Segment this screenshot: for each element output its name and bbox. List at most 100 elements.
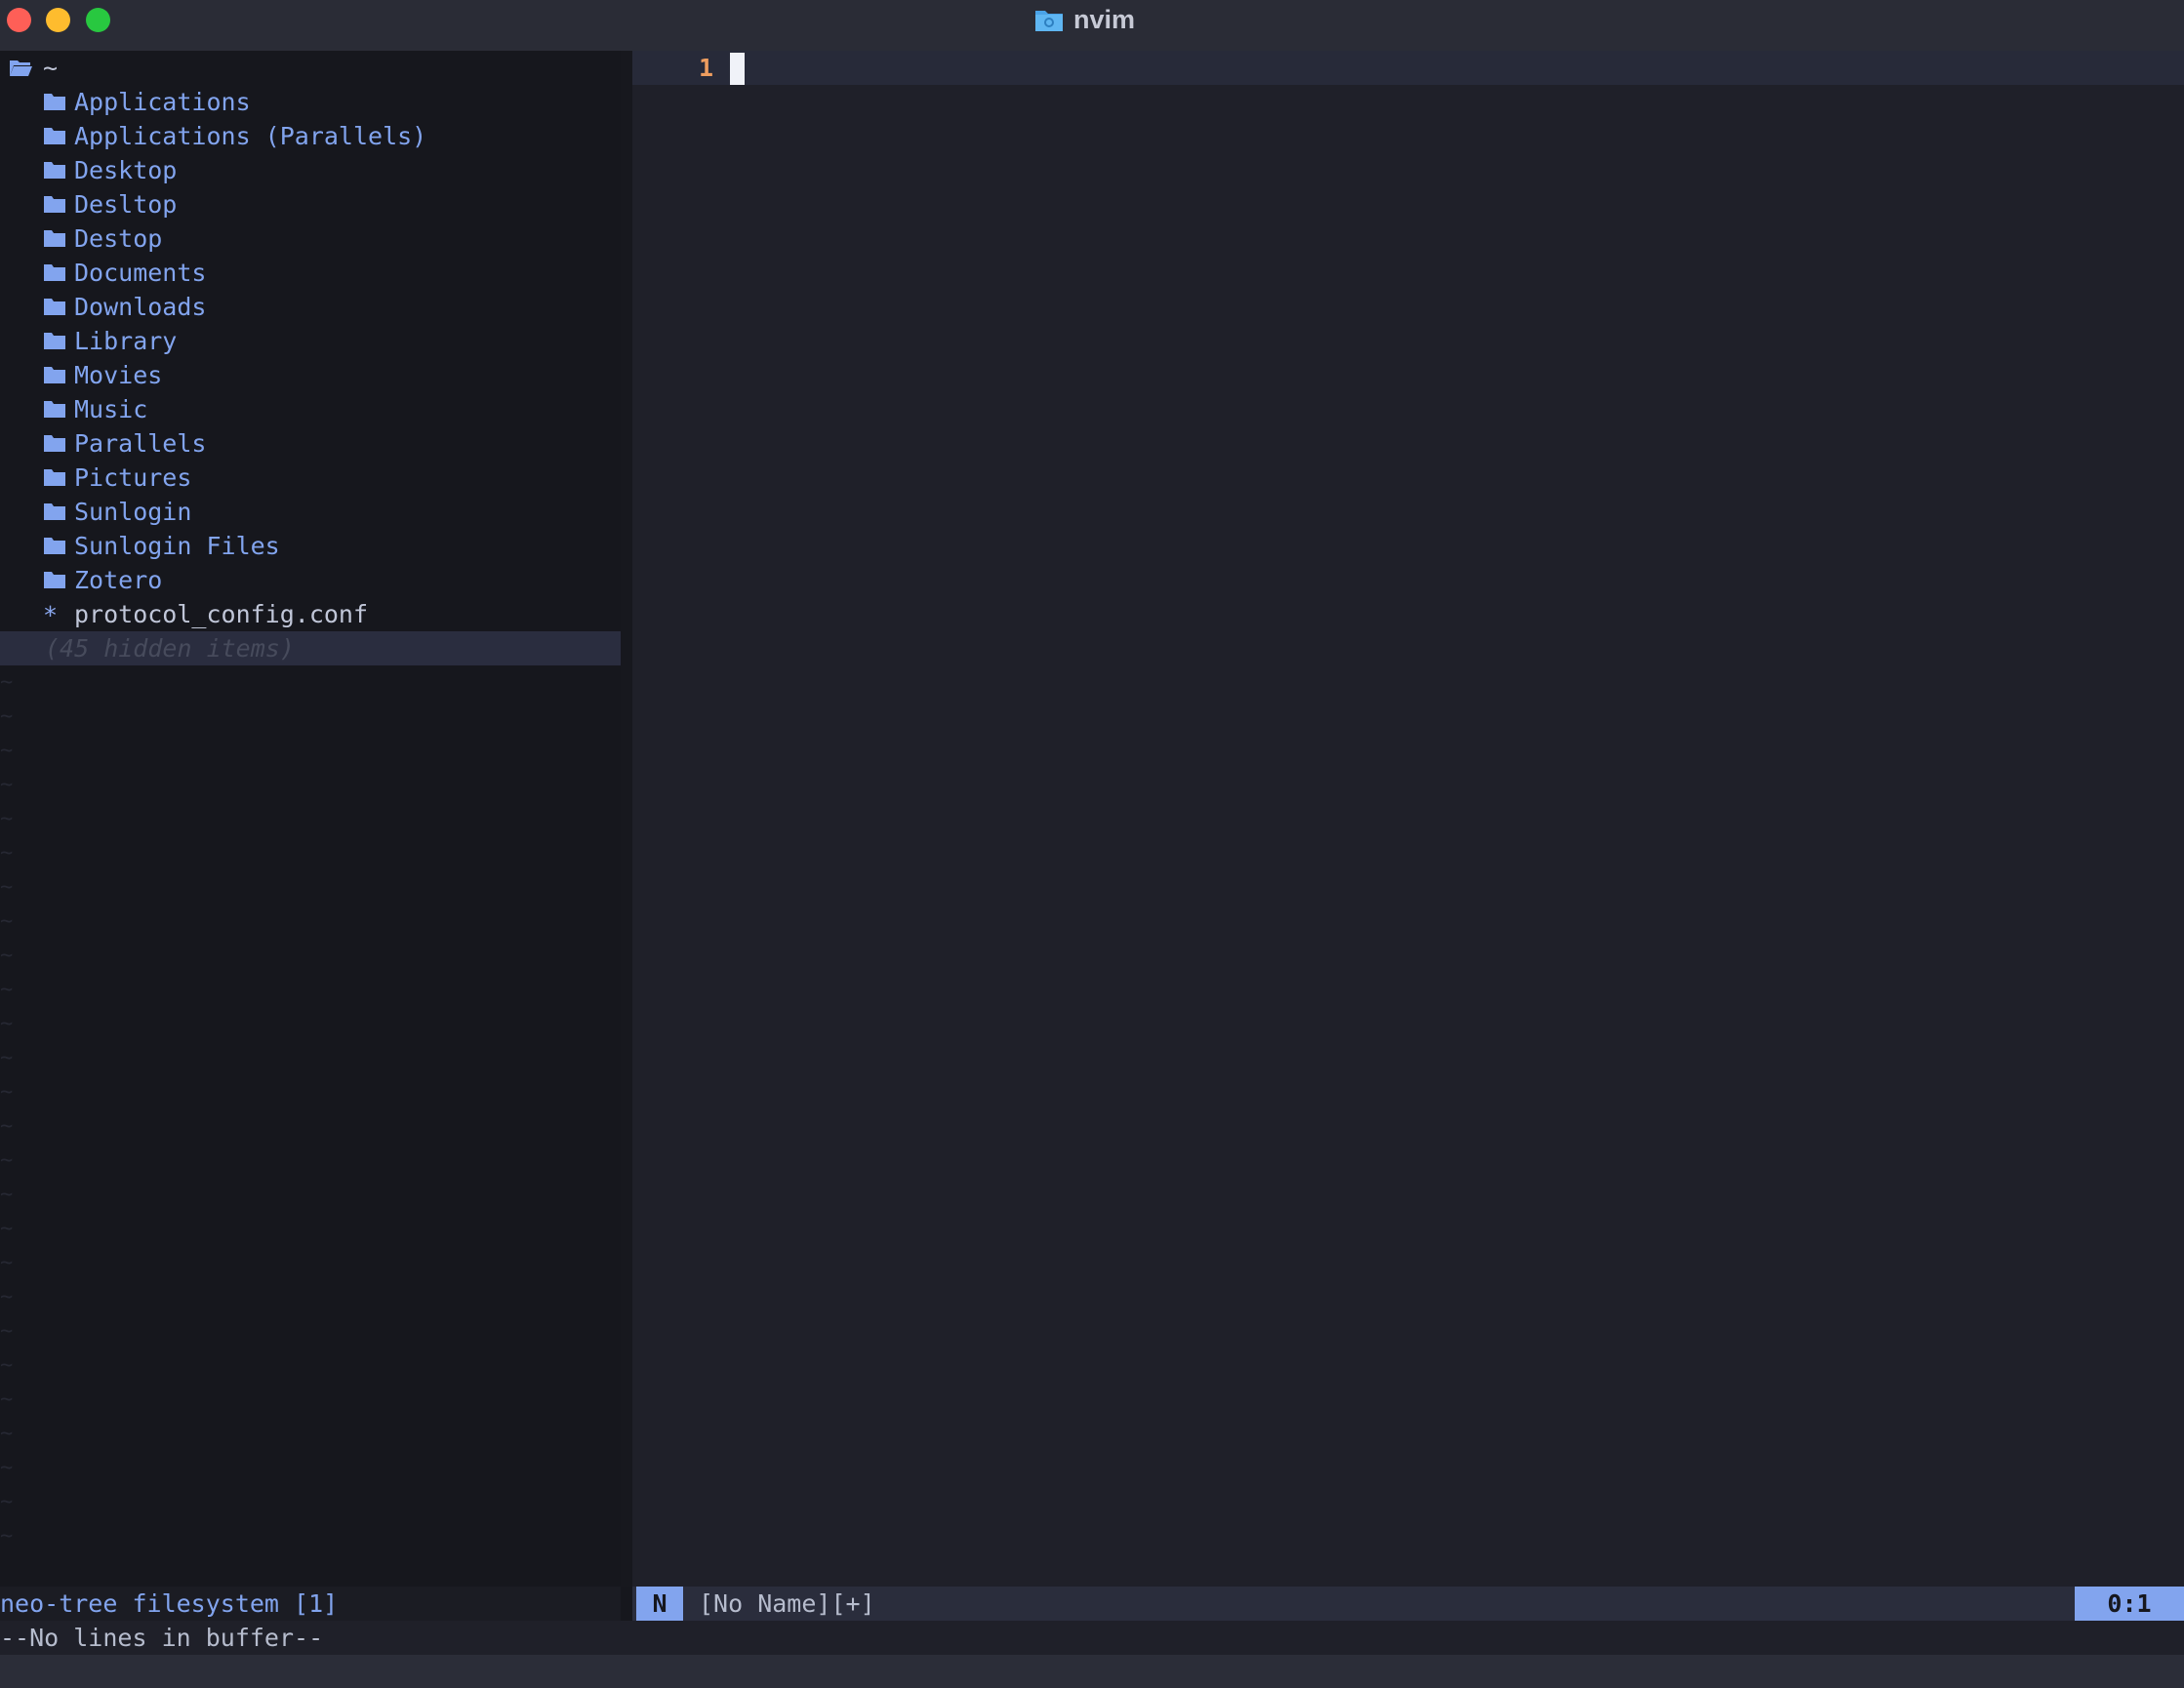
folder-icon [44, 230, 65, 247]
tree-root-row[interactable]: ~ [0, 51, 621, 85]
window-title-group: nvim [1034, 0, 1135, 39]
tree-folder-label: Library [74, 327, 178, 355]
empty-line-marker: ~ [0, 1148, 14, 1173]
tree-file-row[interactable]: * protocol_config.conf [0, 597, 621, 631]
folder-open-icon [10, 60, 32, 76]
text-cursor [730, 53, 745, 85]
close-window-button[interactable] [7, 8, 31, 32]
empty-line-marker: ~ [0, 1319, 14, 1344]
tree-folder-label: Documents [74, 259, 207, 287]
empty-line-marker: ~ [0, 670, 14, 695]
command-line-message: --No lines in buffer-- [0, 1621, 2184, 1655]
folder-icon [44, 367, 65, 383]
bottom-edge [0, 1655, 2184, 1688]
tree-folder-row[interactable]: Downloads [0, 290, 621, 324]
empty-line-marker: ~ [0, 1422, 14, 1446]
folder-icon [1035, 11, 1063, 31]
tree-folder-label: Music [74, 395, 148, 423]
folder-icon [44, 503, 65, 520]
folder-icon [44, 196, 65, 213]
empty-line-marker: ~ [0, 1012, 14, 1036]
tree-root-label: ~ [43, 54, 59, 82]
tree-folder-label: Applications (Parallels) [74, 122, 427, 150]
tree-folder-row[interactable]: Applications [0, 85, 621, 119]
tree-folder-label: Applications [74, 88, 251, 116]
hidden-items-row[interactable]: (45 hidden items) [0, 631, 621, 665]
empty-line-marker: ~ [0, 1183, 14, 1207]
tree-folder-row[interactable]: Pictures [0, 461, 621, 495]
neo-tree-panel[interactable]: ~ Applications Applications (Parallels) De… [0, 51, 621, 1587]
tree-folder-label: Zotero [74, 566, 163, 594]
tree-folder-row[interactable]: Sunlogin [0, 495, 621, 529]
empty-line-marker: ~ [0, 704, 14, 729]
empty-line-marker: ~ [0, 875, 14, 900]
file-marker: * [43, 601, 59, 629]
folder-icon [44, 333, 65, 349]
folder-icon [44, 401, 65, 418]
tree-folder-row[interactable]: Library [0, 324, 621, 358]
empty-line-marker: ~ [0, 1387, 14, 1412]
tree-folder-label: Downloads [74, 293, 207, 321]
empty-line-marker: ~ [0, 841, 14, 865]
empty-line-marker: ~ [0, 1353, 14, 1378]
tree-folder-row[interactable]: Desktop [0, 153, 621, 187]
hidden-items-label: (45 hidden items) [45, 634, 295, 663]
tree-folder-row[interactable]: Movies [0, 358, 621, 392]
empty-line-marker: ~ [0, 773, 14, 797]
empty-line-marker: ~ [0, 978, 14, 1002]
empty-line-marker: ~ [0, 1046, 14, 1070]
tree-folder-row[interactable]: Applications (Parallels) [0, 119, 621, 153]
empty-line-marker: ~ [0, 1456, 14, 1480]
cursor-position: 0:1 [2075, 1587, 2184, 1621]
tree-file-label: protocol_config.conf [74, 600, 369, 628]
editor-status: N [No Name][+] 0:1 [632, 1587, 2184, 1621]
tree-folder-label: Sunlogin Files [74, 532, 280, 560]
empty-line-marker: ~ [0, 1251, 14, 1275]
tree-folder-row[interactable]: Documents [0, 256, 621, 290]
empty-line-marker: ~ [0, 1524, 14, 1548]
tree-folder-label: Parallels [74, 429, 207, 458]
tree-folder-label: Movies [74, 361, 163, 389]
folder-icon [44, 162, 65, 179]
nvim-window: nvim ~ Applications Applications (Paralle… [0, 0, 2184, 1688]
tree-folder-label: Sunlogin [74, 498, 192, 526]
title-bar: nvim [0, 0, 2184, 52]
line-number: 1 [699, 54, 714, 82]
window-split-divider[interactable] [621, 51, 632, 1587]
tree-folder-row[interactable]: Desltop [0, 187, 621, 221]
folder-icon [44, 299, 65, 315]
empty-line-marker: ~ [0, 1217, 14, 1241]
empty-line-marker: ~ [0, 1114, 14, 1139]
empty-line-marker: ~ [0, 909, 14, 934]
tree-status-label: neo-tree filesystem [1] [0, 1587, 621, 1621]
tree-folder-row[interactable]: Parallels [0, 426, 621, 461]
minimize-window-button[interactable] [46, 8, 70, 32]
tree-folder-row[interactable]: Destop [0, 221, 621, 256]
empty-line-marker: ~ [0, 1490, 14, 1514]
tree-folder-label: Pictures [74, 463, 192, 492]
window-title: nvim [1073, 4, 1136, 34]
empty-line-markers: ~ ~ ~ ~ ~ ~ ~ ~ ~ ~ ~ ~ ~ ~ ~ ~ ~ ~ ~ ~ ~ ~ ~ ~ ~ ~ [0, 665, 14, 1583]
status-line: neo-tree filesystem [1] N [No Name][+] 0… [0, 1587, 2184, 1621]
tree-folder-row[interactable]: Music [0, 392, 621, 426]
tree-folder-row[interactable]: Zotero [0, 563, 621, 597]
editor-buffer[interactable]: 1 [632, 51, 2184, 1587]
folder-icon [44, 572, 65, 588]
zoom-window-button[interactable] [86, 8, 110, 32]
folder-icon [44, 128, 65, 144]
folder-icon [44, 469, 65, 486]
tree-folder-label: Destop [74, 224, 163, 253]
empty-line-marker: ~ [0, 1285, 14, 1309]
empty-line-marker: ~ [0, 739, 14, 763]
buffer-name: [No Name][+] [699, 1589, 875, 1618]
tree-folder-row[interactable]: Sunlogin Files [0, 529, 621, 563]
tree-folder-label: Desltop [74, 190, 178, 219]
cursor-line: 1 [632, 51, 2184, 85]
mode-indicator: N [636, 1587, 683, 1621]
tree-folder-label: Desktop [74, 156, 178, 184]
empty-line-marker: ~ [0, 807, 14, 831]
folder-icon [44, 435, 65, 452]
folder-icon [44, 94, 65, 110]
empty-line-marker: ~ [0, 944, 14, 968]
empty-line-marker: ~ [0, 1080, 14, 1105]
